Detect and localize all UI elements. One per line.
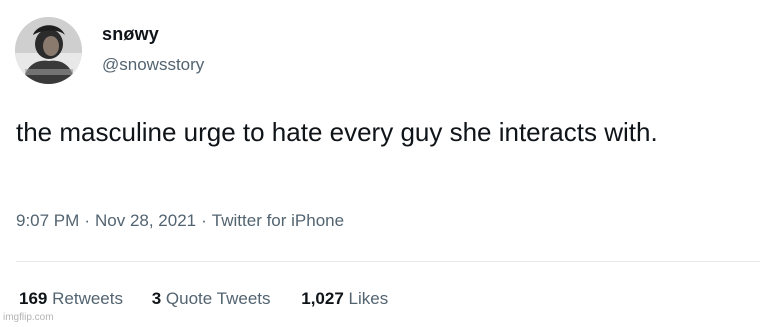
watermark: imgflip.com [3, 312, 54, 323]
avatar[interactable] [15, 17, 82, 84]
tweet-date[interactable]: Nov 28, 2021 [95, 211, 196, 230]
tweet-meta: 9:07 PM · Nov 28, 2021 · Twitter for iPhone [16, 211, 344, 231]
meta-separator: · [84, 211, 90, 230]
profile-avatar-icon [15, 17, 82, 84]
tweet-text: the masculine urge to hate every guy she… [16, 117, 658, 147]
quote-tweets-count: 3 [151, 289, 162, 308]
quote-tweets-stat[interactable]: 3 Quote Tweets [152, 289, 271, 309]
divider [16, 261, 760, 262]
tweet-time[interactable]: 9:07 PM [16, 211, 79, 230]
likes-stat[interactable]: 1,027 Likes [301, 289, 388, 309]
retweets-label: Retweets [52, 289, 123, 308]
meta-separator: · [201, 211, 207, 230]
likes-count: 1,027 [301, 289, 344, 308]
user-handle[interactable]: @snowsstory [102, 55, 204, 75]
tweet-card: snøwy @snowsstory the masculine urge to … [0, 0, 762, 327]
retweets-count: 169 [19, 289, 48, 308]
display-name[interactable]: snøwy [102, 24, 159, 45]
tweet-source[interactable]: Twitter for iPhone [212, 211, 344, 230]
likes-label: Likes [348, 289, 389, 308]
tweet-stats: 169 Retweets 3 Quote Tweets 1,027 Likes [19, 289, 388, 309]
quote-tweets-label: Quote Tweets [165, 289, 271, 308]
retweets-stat[interactable]: 169 Retweets [19, 289, 123, 309]
